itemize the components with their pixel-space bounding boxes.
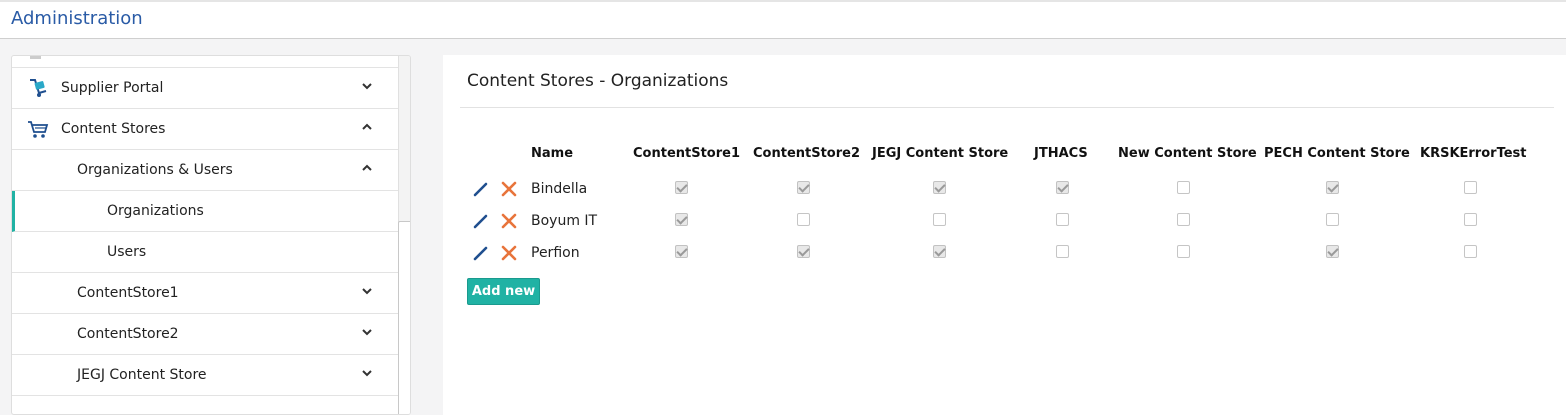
shopping-cart-icon: [28, 121, 49, 138]
sidebar-item-organizations-users[interactable]: Organizations & Users: [12, 150, 398, 191]
sidebar-item-label: Users: [107, 244, 147, 260]
chevron-down-icon[interactable]: [360, 366, 374, 380]
delete-icon[interactable]: [500, 180, 518, 198]
sidebar-item-label: Content Stores: [61, 121, 166, 137]
delete-icon[interactable]: [500, 212, 518, 230]
sidebar-item-content-stores[interactable]: Content Stores: [12, 109, 398, 150]
sidebar-item-label: Organizations & Users: [77, 162, 233, 178]
sidebar-item-organizations[interactable]: Organizations: [12, 191, 398, 232]
checkbox[interactable]: [933, 245, 946, 258]
sidebar-item-jegj-content-store[interactable]: JEGJ Content Store: [12, 355, 398, 396]
column-header-name: Name: [531, 146, 574, 161]
edit-icon[interactable]: [472, 180, 490, 198]
checkbox[interactable]: [1177, 245, 1190, 258]
column-header: ContentStore2: [753, 146, 861, 161]
checkbox[interactable]: [1177, 213, 1190, 226]
content-panel: Content Stores - Organizations Name Cont…: [443, 55, 1566, 415]
divider: [460, 107, 1554, 108]
sidebar-item-partial[interactable]: [12, 56, 398, 68]
chevron-down-icon[interactable]: [360, 325, 374, 339]
page-title: Administration: [11, 8, 143, 29]
checkbox[interactable]: [797, 213, 810, 226]
checkbox[interactable]: [1326, 245, 1339, 258]
sidebar-item-contentstore1[interactable]: ContentStore1: [12, 273, 398, 314]
sidebar-item-label: ContentStore1: [77, 285, 179, 301]
column-header: ContentStore1: [633, 146, 741, 161]
row-name: Boyum IT: [531, 213, 598, 229]
checkbox[interactable]: [797, 181, 810, 194]
chevron-up-icon[interactable]: [360, 120, 374, 134]
checkbox[interactable]: [1326, 181, 1339, 194]
checkbox[interactable]: [675, 245, 688, 258]
sidebar-item-label: ContentStore2: [77, 326, 179, 342]
sidebar: Supplier Portal Content Stores Organizat…: [11, 55, 411, 415]
delete-icon[interactable]: [500, 244, 518, 262]
chevron-down-icon[interactable]: [360, 284, 374, 298]
checkbox[interactable]: [933, 181, 946, 194]
sidebar-item-contentstore2[interactable]: ContentStore2: [12, 314, 398, 355]
checkbox[interactable]: [1056, 181, 1069, 194]
sidebar-scrollbar-thumb[interactable]: [398, 221, 410, 414]
edit-icon[interactable]: [472, 212, 490, 230]
chevron-down-icon[interactable]: [360, 79, 374, 93]
column-header: JTHACS: [1034, 146, 1088, 161]
checkbox[interactable]: [675, 213, 688, 226]
checkbox[interactable]: [1464, 245, 1477, 258]
add-new-button[interactable]: Add new: [467, 278, 540, 305]
row-name: Bindella: [531, 181, 588, 197]
sidebar-item-label: Organizations: [107, 203, 204, 219]
checkbox[interactable]: [1177, 181, 1190, 194]
checkbox[interactable]: [1056, 213, 1069, 226]
checkbox[interactable]: [933, 213, 946, 226]
checkbox[interactable]: [1326, 213, 1339, 226]
sidebar-item-supplier-portal[interactable]: Supplier Portal: [12, 68, 398, 109]
supplier-portal-icon: [30, 79, 47, 97]
chevron-up-icon[interactable]: [360, 161, 374, 175]
checkbox[interactable]: [1464, 181, 1477, 194]
checkbox[interactable]: [1056, 245, 1069, 258]
column-header: PECH Content Store: [1264, 146, 1410, 161]
column-header: KRSKErrorTest: [1420, 146, 1527, 161]
column-header: New Content Store: [1118, 146, 1257, 161]
panel-heading: Content Stores - Organizations: [467, 71, 729, 91]
row-name: Perfion: [531, 245, 580, 261]
top-bar: Administration: [0, 0, 1566, 39]
checkbox[interactable]: [675, 181, 688, 194]
checkbox[interactable]: [1464, 213, 1477, 226]
generic-icon: [30, 56, 41, 59]
checkbox[interactable]: [797, 245, 810, 258]
column-header: JEGJ Content Store: [872, 146, 1009, 161]
sidebar-item-label: Supplier Portal: [61, 80, 164, 96]
sidebar-item-users[interactable]: Users: [12, 232, 398, 273]
sidebar-item-label: JEGJ Content Store: [77, 367, 207, 383]
edit-icon[interactable]: [472, 244, 490, 262]
